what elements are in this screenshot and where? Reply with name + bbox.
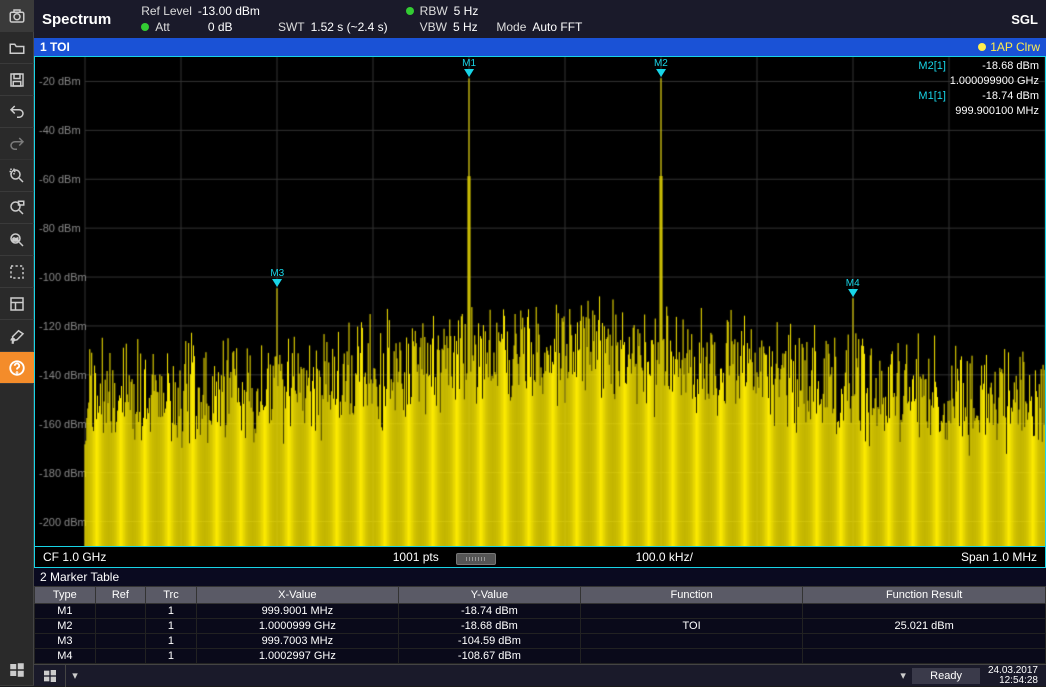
start-icon[interactable] (34, 665, 66, 687)
mode-value[interactable]: Auto FFT (532, 20, 582, 34)
camera-icon[interactable] (0, 0, 34, 32)
cf-label[interactable]: CF 1.0 GHz (43, 550, 292, 564)
att-label: Att (155, 20, 170, 34)
status-datetime: 24.03.2017 12:54:28 (980, 666, 1046, 686)
vbw-value[interactable]: 5 Hz (453, 20, 478, 34)
ref-level-label: Ref Level (141, 4, 192, 18)
zoom-area-icon[interactable] (0, 160, 34, 192)
help-icon[interactable] (0, 352, 34, 384)
trace-dot-icon (978, 43, 986, 51)
span-label[interactable]: Span 1.0 MHz (789, 550, 1038, 564)
rbw-value[interactable]: 5 Hz (454, 4, 479, 18)
att-value[interactable]: 0 dB (208, 20, 233, 34)
table-header: Type (35, 587, 96, 604)
plot-canvas[interactable] (35, 57, 1045, 546)
pts-label: 1001 pts (393, 550, 439, 564)
app-title: Spectrum (42, 11, 111, 28)
table-row[interactable]: M211.0000999 GHz-18.68 dBmTOI25.021 dBm (35, 619, 1046, 634)
table-header: Y-Value (398, 587, 580, 604)
trace-label: 1 TOI (40, 40, 70, 54)
redo-icon[interactable] (0, 128, 34, 160)
swt-value[interactable]: 1.52 s (~2.4 s) (311, 20, 388, 34)
statusbar-arrow-right[interactable]: ▾ (894, 669, 912, 682)
table-header: Trc (146, 587, 197, 604)
zoom-1to1-icon[interactable]: 1:1 (0, 224, 34, 256)
header: Spectrum Ref Level -13.00 dBm Att 0 dB S… (34, 0, 1046, 38)
swt-label: SWT (278, 20, 305, 34)
info-icon[interactable]: ? (0, 320, 34, 352)
rbw-status-dot (406, 7, 414, 15)
vbw-label: VBW (420, 20, 447, 34)
scroll-thumb[interactable] (456, 553, 496, 565)
table-row[interactable]: M31999.7003 MHz-104.59 dBm (35, 634, 1046, 649)
table-header: Ref (95, 587, 146, 604)
marker-readout: M2[1] -18.68 dBm 1.000099900 GHz M1[1] -… (904, 59, 1039, 118)
plot-footer: CF 1.0 GHz 1001 pts 100.0 kHz/ Span 1.0 … (34, 547, 1046, 568)
marker-table: TypeRefTrcX-ValueY-ValueFunctionFunction… (34, 586, 1046, 664)
table-row[interactable]: M11999.9001 MHz-18.74 dBm (35, 604, 1046, 619)
trace-bar: 1 TOI 1AP Clrw (34, 38, 1046, 56)
per-div-label[interactable]: 100.0 kHz/ (540, 550, 789, 564)
fullscreen-icon[interactable] (0, 256, 34, 288)
table-row[interactable]: M411.0002997 GHz-108.67 dBm (35, 649, 1046, 664)
rbw-label: RBW (420, 4, 448, 18)
table-header: X-Value (196, 587, 398, 604)
table-header: Function Result (803, 587, 1046, 604)
trace-mode: 1AP Clrw (978, 40, 1040, 54)
main: Spectrum Ref Level -13.00 dBm Att 0 dB S… (34, 0, 1046, 686)
windows-icon[interactable] (0, 654, 34, 686)
spectrum-plot[interactable]: M2[1] -18.68 dBm 1.000099900 GHz M1[1] -… (34, 56, 1046, 547)
zoom-window-icon[interactable] (0, 192, 34, 224)
save-icon[interactable] (0, 64, 34, 96)
table-header: Function (580, 587, 802, 604)
open-icon[interactable] (0, 32, 34, 64)
statusbar-arrow-left[interactable]: ▾ (66, 669, 84, 682)
sidebar: 1:1 ? (0, 0, 34, 686)
sgl-indicator: SGL (1011, 12, 1038, 27)
mode-label: Mode (496, 20, 526, 34)
att-status-dot (141, 23, 149, 31)
marker-table-title: 2 Marker Table (34, 568, 1046, 586)
layout-icon[interactable] (0, 288, 34, 320)
svg-text:?: ? (11, 337, 15, 344)
ref-level-value[interactable]: -13.00 dBm (198, 4, 260, 18)
svg-text:1:1: 1:1 (13, 236, 20, 241)
statusbar: ▾ ▾ Ready 24.03.2017 12:54:28 (34, 664, 1046, 686)
undo-icon[interactable] (0, 96, 34, 128)
status-ready: Ready (912, 668, 980, 684)
